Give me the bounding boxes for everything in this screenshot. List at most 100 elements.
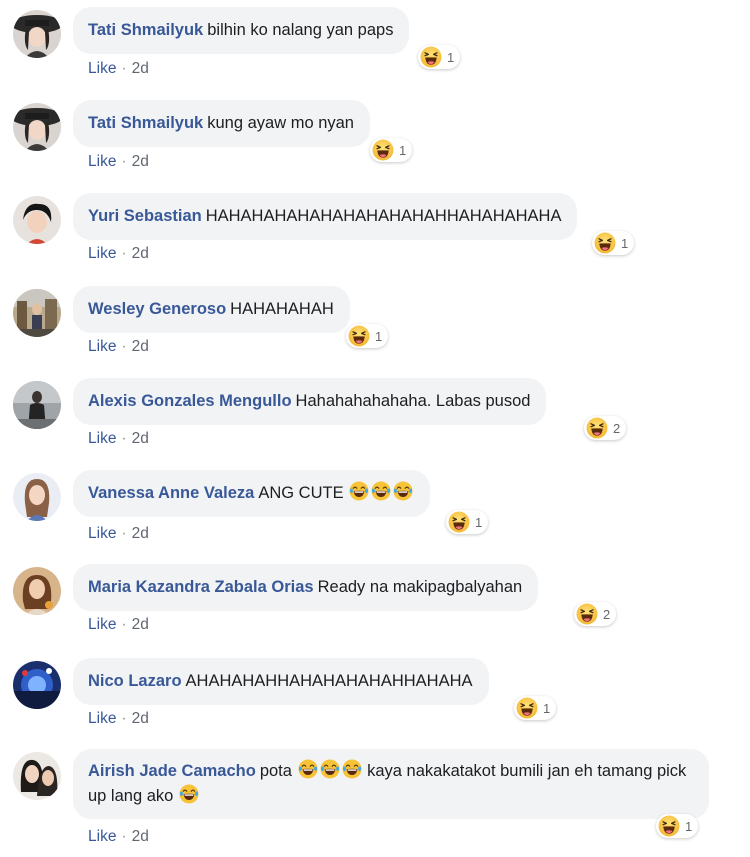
reaction-count: 1 [475,514,483,530]
comment-author[interactable]: Maria Kazandra Zabala Orias [88,578,314,596]
timestamp[interactable]: 2d [132,338,149,355]
avatar[interactable] [13,381,61,429]
comment-bubble: Yuri Sebastian HAHAHAHAHAHAHAHAHAHAHHAHAH… [73,193,578,240]
like-link[interactable]: Like [88,710,116,727]
timestamp[interactable]: 2d [132,525,149,542]
comment-text: ANG CUTE [258,484,344,502]
tears-of-joy-emoji-icon [179,784,199,804]
tears-of-joy-emoji-icon [320,759,340,779]
reaction-count: 1 [621,235,629,251]
comment-meta: Like · 2d [88,153,149,171]
comment-author[interactable]: Yuri Sebastian [88,207,202,225]
reaction-count: 1 [543,700,551,716]
comment-meta: Like · 2d [88,430,149,448]
haha-emoji-icon [594,232,616,254]
reaction-badge[interactable]: 1 [656,814,699,838]
comment-bubble: Airish Jade Camacho pota kaya nakakatakot… [73,749,709,819]
avatar[interactable] [13,752,61,800]
haha-emoji-icon [448,511,470,533]
haha-emoji-icon [372,139,394,161]
separator-dot: · [121,616,127,633]
comment-bubble: Alexis Gonzales Mengullo Hahahahahahaha. … [73,378,547,425]
timestamp[interactable]: 2d [132,828,149,845]
reaction-badge[interactable]: 1 [592,231,635,255]
like-link[interactable]: Like [88,245,116,262]
separator-dot: · [121,525,127,542]
comment-author[interactable]: Airish Jade Camacho [88,762,256,780]
comment-text: pota [259,762,292,780]
reaction-badge[interactable]: 1 [346,324,389,348]
comment-author[interactable]: Wesley Generoso [88,300,226,318]
timestamp[interactable]: 2d [132,430,149,447]
reaction-count: 1 [447,49,455,65]
avatar[interactable] [13,103,61,151]
separator-dot: · [121,828,127,845]
comment-author[interactable]: Vanessa Anne Valeza [88,484,254,502]
comment-author[interactable]: Tati Shmailyuk [88,21,203,39]
comment-text: AHAHAHAHHAHAHAHAHAHHAHAHA [185,672,473,690]
reaction-badge[interactable]: 2 [574,602,617,626]
comment-bubble: Maria Kazandra Zabala Orias Ready na maki… [73,564,539,611]
like-link[interactable]: Like [88,828,116,845]
haha-emoji-icon [516,697,538,719]
reaction-badge[interactable]: 1 [514,696,557,720]
avatar[interactable] [13,661,61,709]
tears-of-joy-emoji-icon [342,759,362,779]
comment-meta: Like · 2d [88,710,149,728]
like-link[interactable]: Like [88,616,116,633]
comment-text: bilhin ko nalang yan paps [207,21,394,39]
comment-text: HAHAHAHAHAHAHAHAHAHAHHAHAHAHAHA [205,207,562,225]
comment-text: Ready na makipagbalyahan [317,578,523,596]
reaction-badge[interactable]: 1 [370,138,413,162]
timestamp[interactable]: 2d [132,616,149,633]
reaction-count: 2 [603,606,611,622]
separator-dot: · [121,153,127,170]
reaction-badge[interactable]: 2 [584,416,627,440]
like-link[interactable]: Like [88,338,116,355]
haha-emoji-icon [576,603,598,625]
comment-meta: Like · 2d [88,245,149,263]
tears-of-joy-emoji-icon [298,759,318,779]
comment-bubble: Tati Shmailyuk kung ayaw mo nyan [73,100,370,147]
comment-author[interactable]: Nico Lazaro [88,672,182,690]
tears-of-joy-emoji-icon [393,481,413,501]
comment-author[interactable]: Tati Shmailyuk [88,114,203,132]
avatar[interactable] [13,289,61,337]
comment-meta: Like · 2d [88,525,149,543]
like-link[interactable]: Like [88,525,116,542]
like-link[interactable]: Like [88,60,116,77]
timestamp[interactable]: 2d [132,710,149,727]
timestamp[interactable]: 2d [132,245,149,262]
comment-text: kung ayaw mo nyan [207,114,354,132]
reaction-badge[interactable]: 1 [446,510,489,534]
reaction-count: 1 [399,142,407,158]
haha-emoji-icon [420,46,442,68]
like-link[interactable]: Like [88,153,116,170]
comment-meta: Like · 2d [88,60,149,78]
reaction-count: 1 [375,328,383,344]
comment-text: HAHAHAHAH [230,300,334,318]
reaction-count: 2 [613,420,621,436]
comment-bubble: Wesley Generoso HAHAHAHAH [73,286,350,333]
timestamp[interactable]: 2d [132,60,149,77]
separator-dot: · [121,60,127,77]
reaction-count: 1 [685,818,693,834]
timestamp[interactable]: 2d [132,153,149,170]
comment-meta: Like · 2d [88,828,149,846]
avatar[interactable] [13,196,61,244]
haha-emoji-icon [658,815,680,837]
avatar[interactable] [13,10,61,58]
haha-emoji-icon [586,417,608,439]
comment-author[interactable]: Alexis Gonzales Mengullo [88,392,292,410]
separator-dot: · [121,245,127,262]
avatar[interactable] [13,567,61,615]
comment-meta: Like · 2d [88,338,149,356]
avatar[interactable] [13,473,61,521]
comment-bubble: Vanessa Anne Valeza ANG CUTE [73,470,431,517]
separator-dot: · [121,710,127,727]
comment-bubble: Nico Lazaro AHAHAHAHHAHAHAHAHAHHAHAHA [73,658,489,705]
comment-text: Hahahahahahaha. Labas pusod [295,392,531,410]
reaction-badge[interactable]: 1 [418,45,461,69]
comment-bubble: Tati Shmailyuk bilhin ko nalang yan paps [73,7,410,54]
like-link[interactable]: Like [88,430,116,447]
